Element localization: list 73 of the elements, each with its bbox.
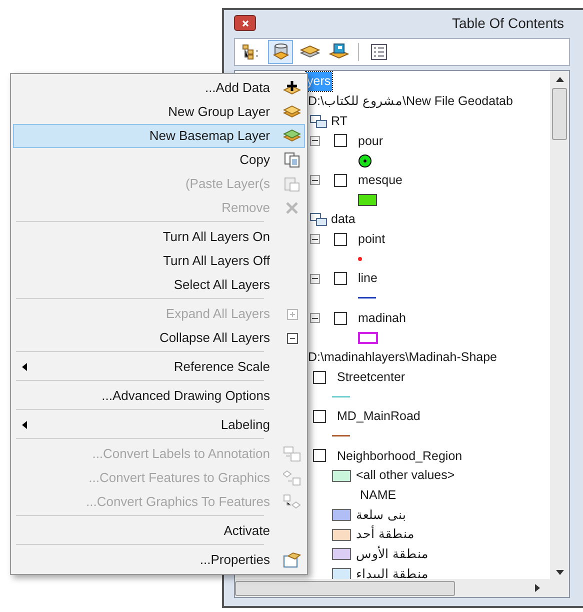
layers-icon — [283, 104, 301, 120]
plus-layer-icon — [283, 80, 301, 96]
paste-icon — [284, 176, 300, 192]
collapse-toggle[interactable] — [310, 175, 320, 186]
scrollbar-thumb[interactable] — [235, 580, 455, 596]
collapse-toggle[interactable] — [310, 136, 320, 146]
scroll-right-icon — [535, 584, 540, 592]
menu-item[interactable]: Copy — [13, 148, 305, 172]
menu-item[interactable]: ...Advanced Drawing Options — [13, 384, 305, 413]
layer-name[interactable]: mesque — [358, 170, 402, 190]
submenu-arrow-icon — [22, 363, 27, 371]
list-options-icon — [370, 44, 386, 60]
menu-item[interactable]: Reference Scale — [13, 355, 305, 384]
menu-item[interactable]: Turn All Layers On — [13, 225, 305, 249]
minus-box-icon — [286, 332, 298, 344]
group-layer-icon — [310, 114, 328, 128]
vertical-scrollbar[interactable] — [550, 71, 569, 579]
shape-convert-icon — [283, 494, 301, 510]
layer-name[interactable]: Neighborhood_Region — [337, 446, 462, 466]
close-icon — [242, 20, 248, 26]
layer-name[interactable]: pour — [358, 132, 384, 150]
legend-label: منطقة أحد — [356, 525, 414, 544]
scroll-down-icon — [556, 570, 564, 575]
layer-name[interactable]: madinah — [358, 308, 406, 328]
menu-item[interactable]: ...Add Data — [13, 76, 305, 100]
layer-name[interactable]: MD_MainRoad — [337, 407, 420, 426]
menu-item[interactable]: ...Properties — [13, 548, 305, 572]
layer-name[interactable]: point — [358, 230, 386, 249]
window-title: Table Of Contents — [452, 14, 564, 32]
menu-item[interactable]: New Basemap Layer — [13, 124, 305, 148]
menu-item[interactable]: Activate — [13, 519, 305, 548]
group-layer-icon — [310, 213, 328, 226]
checkbox[interactable] — [334, 174, 347, 187]
database-icon — [272, 43, 288, 61]
close-button[interactable] — [234, 15, 256, 31]
data-source-path[interactable]: D:\madinahlayers\Madinah-Shape — [308, 348, 497, 367]
submenu-arrow-icon — [22, 421, 27, 429]
checkbox[interactable] — [334, 232, 347, 246]
menu-item[interactable]: New Group Layer — [13, 100, 305, 124]
close-icon — [285, 201, 299, 215]
checkbox[interactable] — [334, 134, 347, 148]
copy-icon — [284, 152, 300, 168]
scrollbar-thumb[interactable] — [552, 88, 567, 140]
scroll-up-icon — [556, 77, 564, 82]
layers-icon — [300, 44, 320, 60]
checkbox[interactable] — [334, 272, 347, 286]
group-layer-name[interactable]: data — [331, 210, 356, 230]
layer-name[interactable]: Streetcenter — [337, 368, 406, 387]
menu-item[interactable]: Turn All Layers Off — [13, 249, 305, 273]
menu-item[interactable]: Select All Layers — [13, 273, 305, 302]
toolbar-button[interactable] — [268, 40, 293, 64]
checkbox[interactable] — [313, 449, 326, 462]
menu-item[interactable]: Labeling — [13, 413, 305, 442]
map-layer-icon — [328, 43, 348, 61]
menu-item[interactable]: Collapse All Layers — [13, 326, 305, 355]
checkbox[interactable] — [313, 370, 326, 384]
group-layer-name[interactable]: RT — [331, 112, 348, 131]
legend-label: <all other values> — [356, 467, 455, 484]
collapse-toggle[interactable] — [310, 313, 320, 324]
data-source-path[interactable]: D:\مشروع للكتاب\New File Geodatab — [308, 92, 513, 111]
collapse-toggle[interactable] — [310, 234, 320, 244]
properties-icon — [283, 552, 301, 568]
checkbox[interactable] — [313, 410, 326, 424]
checkbox[interactable] — [334, 312, 347, 325]
legend-label: بنى سلعة — [356, 506, 406, 524]
shape-convert-icon — [283, 470, 301, 486]
layer-name[interactable]: line — [358, 269, 378, 288]
collapse-toggle[interactable] — [310, 274, 320, 284]
legend-heading: NAME — [360, 486, 396, 504]
plus-box-icon — [286, 308, 298, 320]
legend-label: منطقة الأوس — [356, 544, 428, 563]
label-convert-icon — [283, 446, 301, 462]
basemap-layers-icon — [283, 128, 301, 144]
